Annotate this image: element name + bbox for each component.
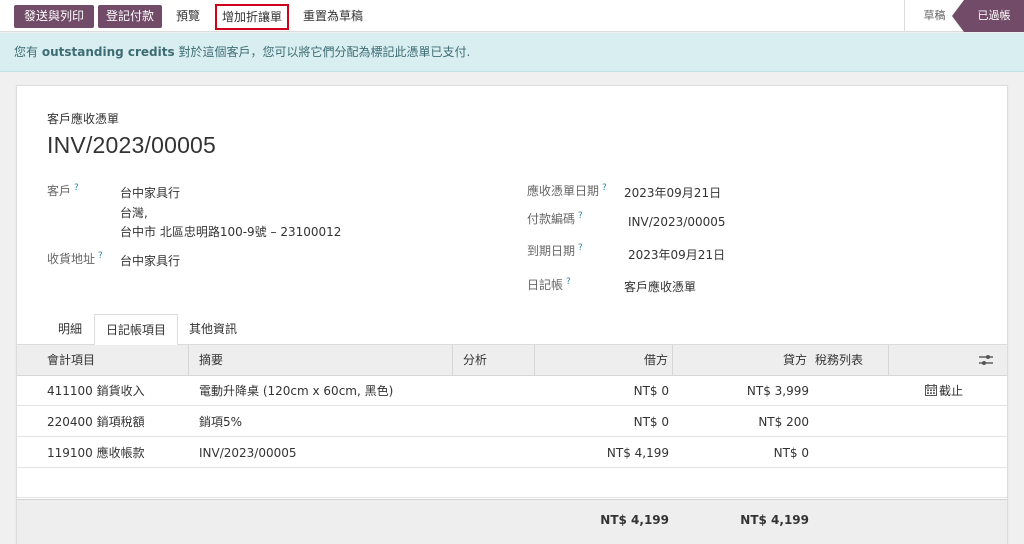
table-row[interactable]: 220400 銷項稅額 銷項5% NT$ 0 NT$ 200 <box>17 407 1007 437</box>
column-account[interactable]: 會計項目 <box>17 345 189 376</box>
help-icon[interactable]: ? <box>602 183 607 193</box>
journal-items-table-header: 會計項目 摘要 分析 借方 貸方 稅務列表 <box>17 345 1007 376</box>
column-credit[interactable]: 貸方 <box>673 345 809 376</box>
tab-journal-items[interactable]: 日記帳項目 <box>94 314 178 346</box>
payment-reference-label: 付款編碼? <box>527 211 583 226</box>
status-bar: 草稿 已過帳 <box>904 0 1024 32</box>
reset-to-draft-button[interactable]: 重置為草稿 <box>298 5 368 28</box>
cell-account: 411100 銷貨收入 <box>47 384 145 398</box>
cutoff-button[interactable]: 截止 <box>925 376 963 406</box>
cell-label: 銷項5% <box>199 415 243 429</box>
document-number: INV/2023/00005 <box>47 132 217 158</box>
column-analytic[interactable]: 分析 <box>453 345 535 376</box>
help-icon[interactable]: ? <box>566 277 571 287</box>
delivery-address-value[interactable]: 台中家具行 <box>120 252 180 269</box>
invoice-date-value[interactable]: 2023年09月21日 <box>624 184 721 201</box>
tab-other-info[interactable]: 其他資訊 <box>180 314 246 345</box>
cell-debit: NT$ 0 <box>633 415 669 429</box>
preview-button[interactable]: 預覽 <box>170 5 206 28</box>
journal-value[interactable]: 客戶應收憑單 <box>624 278 696 295</box>
cell-label: INV/2023/00005 <box>199 446 297 460</box>
cutoff-label: 截止 <box>939 384 964 398</box>
customer-country: 台灣, <box>120 206 148 220</box>
delivery-address-label: 收貨地址? <box>47 251 103 266</box>
control-bar: 發送與列印 登記付款 預覽 增加折讓單 重置為草稿 草稿 已過帳 <box>0 0 1024 32</box>
payment-reference-value[interactable]: INV/2023/00005 <box>628 215 726 229</box>
table-row[interactable]: 411100 銷貨收入 電動升降桌 (120cm x 60cm, 黑色) NT$… <box>17 376 1007 406</box>
journal-label: 日記帳? <box>527 277 571 292</box>
customer-address: 台中市 北區忠明路100-9號 – 23100012 <box>120 225 342 239</box>
notebook-tabs: 明細 日記帳項目 其他資訊 <box>17 314 1007 346</box>
optional-columns-icon[interactable] <box>979 354 993 366</box>
add-credit-note-button[interactable]: 增加折讓單 <box>215 4 289 30</box>
outstanding-credits-alert: 您有 outstanding credits 對於這個客戶，您可以將它們分配為標… <box>0 33 1024 72</box>
cell-credit: NT$ 3,999 <box>746 384 809 398</box>
cell-account: 220400 銷項稅額 <box>47 415 145 429</box>
due-date-value[interactable]: 2023年09月21日 <box>628 246 725 263</box>
status-posted[interactable]: 已過帳 <box>952 0 1024 32</box>
column-taxes[interactable]: 稅務列表 <box>809 345 889 376</box>
cell-debit: NT$ 0 <box>633 384 669 398</box>
total-credit: NT$ 4,199 <box>740 513 809 527</box>
empty-row <box>17 468 1007 498</box>
column-label[interactable]: 摘要 <box>189 345 453 376</box>
help-icon[interactable]: ? <box>578 243 583 253</box>
cell-account: 119100 應收帳款 <box>47 446 145 460</box>
calendar-icon <box>925 384 937 396</box>
table-row[interactable]: 119100 應收帳款 INV/2023/00005 NT$ 4,199 NT$… <box>17 438 1007 468</box>
total-debit: NT$ 4,199 <box>600 513 669 527</box>
customer-label: 客戶? <box>47 183 79 198</box>
column-debit[interactable]: 借方 <box>535 345 673 376</box>
due-date-label: 到期日期? <box>527 243 583 258</box>
invoice-date-label: 應收憑單日期? <box>527 183 607 198</box>
cell-credit: NT$ 0 <box>773 446 809 460</box>
help-icon[interactable]: ? <box>74 183 79 193</box>
customer-name[interactable]: 台中家具行 <box>120 184 180 201</box>
send-print-button[interactable]: 發送與列印 <box>14 5 94 28</box>
cell-credit: NT$ 200 <box>758 415 809 429</box>
alert-prefix: 您有 <box>14 45 42 59</box>
cell-debit: NT$ 4,199 <box>606 446 669 460</box>
outstanding-credits-link[interactable]: outstanding credits <box>42 45 175 59</box>
help-icon[interactable]: ? <box>578 211 583 221</box>
tab-invoice-lines[interactable]: 明細 <box>45 314 95 345</box>
document-type: 客戶應收憑單 <box>47 112 120 126</box>
cell-label: 電動升降桌 (120cm x 60cm, 黑色) <box>199 384 394 398</box>
register-payment-button[interactable]: 登記付款 <box>98 5 162 28</box>
alert-suffix: 對於這個客戶，您可以將它們分配為標記此憑單已支付. <box>174 45 471 59</box>
help-icon[interactable]: ? <box>98 251 103 261</box>
table-totals: NT$ 4,199 NT$ 4,199 <box>17 499 1007 544</box>
invoice-form-sheet: 客戶應收憑單 INV/2023/00005 客戶? 台中家具行 台灣, 台中市 … <box>16 85 1008 544</box>
